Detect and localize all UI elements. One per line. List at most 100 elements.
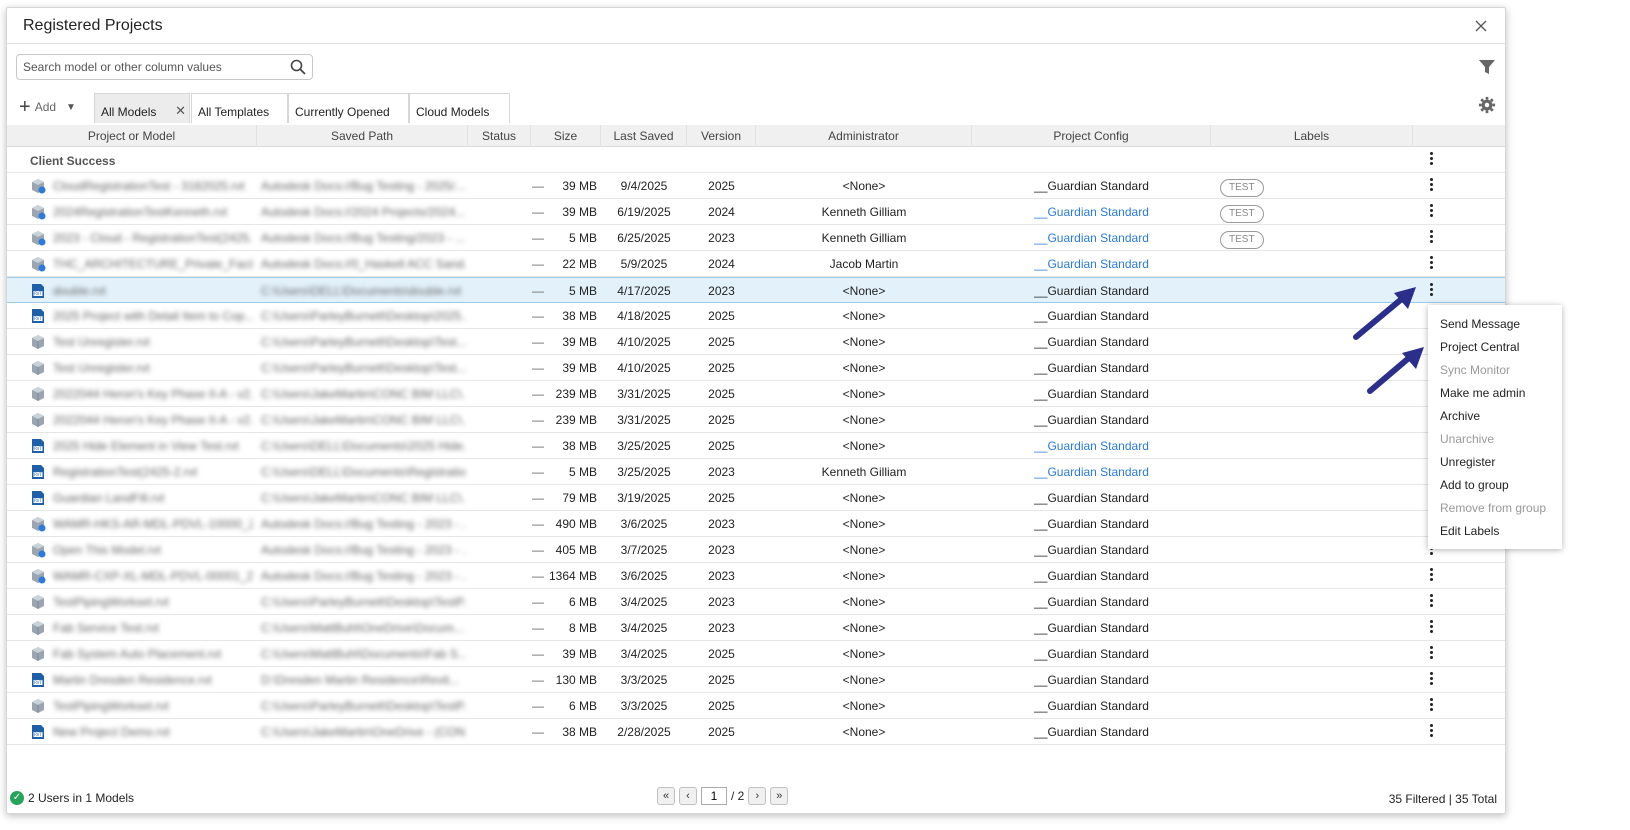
column-header-labels[interactable]: Labels bbox=[1211, 125, 1413, 147]
version-value: 2025 bbox=[708, 647, 735, 661]
row-menu-icon[interactable] bbox=[1425, 254, 1437, 274]
svg-text:RVT: RVT bbox=[34, 291, 42, 296]
rvt-file-icon: RVT bbox=[30, 308, 46, 324]
last-saved-value: 6/25/2025 bbox=[617, 231, 671, 245]
central-model-icon bbox=[30, 594, 46, 610]
table-row[interactable]: WAMR-HKS-AR-MDL-PDVL-10000_20... Autodesk… bbox=[7, 511, 1505, 537]
model-name: 2025 Hide Element in View Test.rvt bbox=[53, 439, 239, 453]
last-saved-value: 4/10/2025 bbox=[617, 361, 671, 375]
table-row[interactable]: Open This Model.rvt Autodesk Docs://Bug T… bbox=[7, 537, 1505, 563]
menu-item-add-to-group[interactable]: Add to group bbox=[1428, 474, 1562, 497]
table-row[interactable]: RVT Martin Dresden Residence.rvt D:\Dresde… bbox=[7, 667, 1505, 693]
column-header-last-saved[interactable]: Last Saved bbox=[601, 125, 687, 147]
gear-icon[interactable] bbox=[1478, 96, 1496, 114]
tab-all-models[interactable]: All Models ✕ bbox=[94, 93, 190, 123]
central-model-icon bbox=[30, 698, 46, 714]
table-row[interactable]: CloudRegistrationTest - 3182025.rvt Autod… bbox=[7, 173, 1505, 199]
table-row[interactable]: RVT 2025 Hide Element in View Test.rvt C:\… bbox=[7, 433, 1505, 459]
project-config-value: __Guardian Standard bbox=[1034, 699, 1149, 713]
first-page-button[interactable]: « bbox=[657, 787, 675, 805]
column-header-project[interactable]: Project or Model bbox=[7, 125, 257, 147]
row-menu-icon[interactable] bbox=[1425, 202, 1437, 222]
menu-item-unarchive: Unarchive bbox=[1440, 432, 1495, 446]
column-header-project-config[interactable]: Project Config bbox=[972, 125, 1211, 147]
column-header-administrator[interactable]: Administrator bbox=[756, 125, 972, 147]
table-row[interactable]: TestPipingWorkset.rvt C:\Users\ParleyBurn… bbox=[7, 589, 1505, 615]
project-config-value[interactable]: __Guardian Standard bbox=[972, 459, 1211, 485]
column-header-saved-path[interactable]: Saved Path bbox=[257, 125, 468, 147]
search-icon[interactable] bbox=[289, 58, 307, 76]
table-row[interactable]: 2023 - Cloud - RegistrationTest(2425... A… bbox=[7, 225, 1505, 251]
svg-text:RVT: RVT bbox=[34, 732, 42, 737]
row-menu-icon[interactable] bbox=[1425, 670, 1437, 690]
table-row[interactable]: Test Unregister.rvt C:\Users\ParleyBurnet… bbox=[7, 355, 1505, 381]
table-row[interactable]: RVT New Project Demo.rvt C:\Users\JakeMart… bbox=[7, 719, 1505, 745]
table-row[interactable]: WAMR-CXP-XL-MDL-PDVL-00001_20... Autodesk… bbox=[7, 563, 1505, 589]
add-label: Add bbox=[34, 100, 57, 114]
row-menu-icon[interactable] bbox=[1425, 722, 1437, 742]
menu-item-project-central[interactable]: Project Central bbox=[1428, 336, 1562, 359]
administrator-value: <None> bbox=[842, 284, 886, 298]
column-header-size[interactable]: Size bbox=[531, 125, 601, 147]
table-row[interactable]: Test Unregister.rvt C:\Users\ParleyBurnet… bbox=[7, 329, 1505, 355]
table-row[interactable]: Fab Service Test.rvt C:\Users\MattBuhl\On… bbox=[7, 615, 1505, 641]
table-row[interactable]: RVT 2025 Project with Detail Item to Cop.… bbox=[7, 303, 1505, 329]
table-row[interactable]: Fab System Auto Placement.rvt C:\Users\Ma… bbox=[7, 641, 1505, 667]
menu-item-archive[interactable]: Archive bbox=[1428, 405, 1562, 428]
menu-item-unregister[interactable]: Unregister bbox=[1428, 451, 1562, 474]
administrator-value: Jacob Martin bbox=[829, 257, 899, 271]
svg-text:RVT: RVT bbox=[34, 498, 42, 503]
cloud-model-icon bbox=[30, 568, 46, 584]
page-input[interactable] bbox=[701, 787, 727, 805]
tab-currently-opened[interactable]: Currently Opened bbox=[288, 93, 409, 123]
menu-item-edit-labels[interactable]: Edit Labels bbox=[1428, 520, 1562, 543]
model-name: Fab System Auto Placement.rvt bbox=[53, 647, 222, 661]
table-row[interactable]: RVT RegistrationTest(2425-2.rvt C:\Users\D… bbox=[7, 459, 1505, 485]
row-menu-icon[interactable] bbox=[1425, 176, 1437, 196]
table-row[interactable]: RVT Guardian LandFill.rvt C:\Users\JakeMar… bbox=[7, 485, 1505, 511]
row-menu-icon[interactable] bbox=[1425, 228, 1437, 248]
tab-close-icon[interactable]: ✕ bbox=[175, 103, 186, 119]
row-menu-icon[interactable] bbox=[1425, 618, 1437, 638]
table-row[interactable]: TestPipingWorkset.rvt C:\Users\ParleyBurn… bbox=[7, 693, 1505, 719]
group-menu-icon[interactable] bbox=[1425, 150, 1437, 170]
plus-icon: + bbox=[19, 96, 31, 118]
table-row[interactable]: 2024RegistrationTestKenneth.rvt Autodesk … bbox=[7, 199, 1505, 225]
central-model-icon bbox=[30, 334, 46, 350]
project-config-value[interactable]: __Guardian Standard bbox=[972, 199, 1211, 225]
row-menu-icon[interactable] bbox=[1425, 566, 1437, 586]
project-config-value: __Guardian Standard bbox=[1034, 517, 1149, 531]
label-badge: TEST bbox=[1220, 179, 1264, 197]
project-config-value[interactable]: __Guardian Standard bbox=[972, 433, 1211, 459]
tab-cloud-models[interactable]: Cloud Models bbox=[409, 93, 510, 123]
column-header-version[interactable]: Version bbox=[687, 125, 756, 147]
project-config-value[interactable]: __Guardian Standard bbox=[972, 251, 1211, 277]
saved-path: C:\Users\ParleyBurnett\Desktop\TestP... bbox=[261, 699, 466, 713]
tab-all-templates[interactable]: All Templates bbox=[191, 93, 288, 123]
filter-icon[interactable] bbox=[1478, 58, 1496, 76]
status-value: — bbox=[532, 361, 544, 375]
table-row[interactable]: THC_ARCHITECTURE_Private_Faciliti... Auto… bbox=[7, 251, 1505, 277]
group-row[interactable]: Client Success bbox=[7, 147, 1505, 173]
row-menu-icon[interactable] bbox=[1425, 592, 1437, 612]
menu-item-send-message[interactable]: Send Message bbox=[1428, 313, 1562, 336]
add-button[interactable]: + Add ▼ bbox=[19, 96, 76, 118]
project-config-value[interactable]: __Guardian Standard bbox=[972, 225, 1211, 251]
table-row[interactable]: 2022044 Heron's Key Phase II-A - v2... C:… bbox=[7, 407, 1505, 433]
size-value: 39 MB bbox=[562, 179, 597, 193]
next-page-button[interactable]: › bbox=[748, 787, 767, 805]
search-input[interactable] bbox=[23, 58, 278, 76]
tab-label: Cloud Models bbox=[416, 105, 490, 119]
administrator-value: <None> bbox=[842, 595, 886, 609]
last-saved-value: 4/18/2025 bbox=[617, 309, 671, 323]
prev-page-button[interactable]: ‹ bbox=[679, 787, 697, 805]
close-button[interactable] bbox=[1471, 16, 1491, 36]
menu-item-make-me-admin[interactable]: Make me admin bbox=[1428, 382, 1562, 405]
row-menu-icon[interactable] bbox=[1425, 696, 1437, 716]
row-menu-icon[interactable] bbox=[1425, 644, 1437, 664]
table-row[interactable]: RVT double.rvt C:\Users\DELL\Documents\dou… bbox=[7, 277, 1505, 303]
table-row[interactable]: 2022044 Heron's Key Phase II-A - v2... C:… bbox=[7, 381, 1505, 407]
row-menu-icon[interactable] bbox=[1425, 281, 1437, 301]
last-page-button[interactable]: » bbox=[770, 787, 789, 805]
column-header-status[interactable]: Status bbox=[468, 125, 531, 147]
